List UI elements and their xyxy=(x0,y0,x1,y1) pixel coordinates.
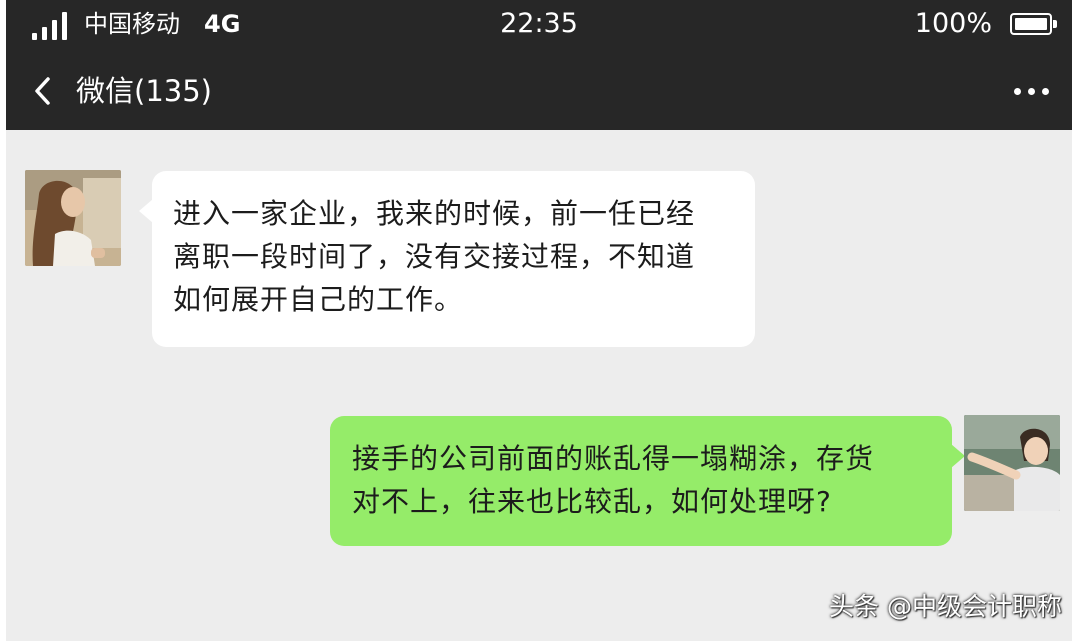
outgoing-message-bubble[interactable]: 接手的公司前面的账乱得一塌糊涂，存货 对不上，往来也比较乱，如何处理呀? xyxy=(330,416,965,546)
wechat-chat-screen: 中国移动 4G 22:35 100% 微信(135) 进入一家企业，我来的时候，… xyxy=(0,0,1080,641)
chat-title[interactable]: 微信(135) xyxy=(76,70,212,112)
frame-edge-right xyxy=(1072,0,1080,641)
more-dots-icon[interactable] xyxy=(1012,72,1052,110)
clock: 22:35 xyxy=(500,8,578,39)
chevron-left-icon[interactable] xyxy=(28,69,58,113)
battery-icon xyxy=(1010,13,1057,35)
message-line: 如何展开自己的工作。 xyxy=(173,283,464,316)
message-line: 离职一段时间了，没有交接过程，不知道 xyxy=(173,240,696,273)
chat-header: 微信(135) xyxy=(6,52,1072,130)
message-line: 对不上，往来也比较乱，如何处理呀? xyxy=(352,485,832,518)
message-line: 进入一家企业，我来的时候，前一任已经 xyxy=(173,197,696,230)
watermark: 头条 @中级会计职称 xyxy=(829,592,1062,621)
battery-percent: 100% xyxy=(914,8,992,39)
message-line: 接手的公司前面的账乱得一塌糊涂，存货 xyxy=(352,442,875,475)
self-avatar[interactable] xyxy=(964,415,1060,511)
status-bar: 中国移动 4G 22:35 100% xyxy=(6,0,1072,52)
frame-edge-left xyxy=(0,0,6,641)
contact-avatar[interactable] xyxy=(25,170,121,266)
incoming-message-bubble[interactable]: 进入一家企业，我来的时候，前一任已经 离职一段时间了，没有交接过程，不知道 如何… xyxy=(139,171,755,347)
